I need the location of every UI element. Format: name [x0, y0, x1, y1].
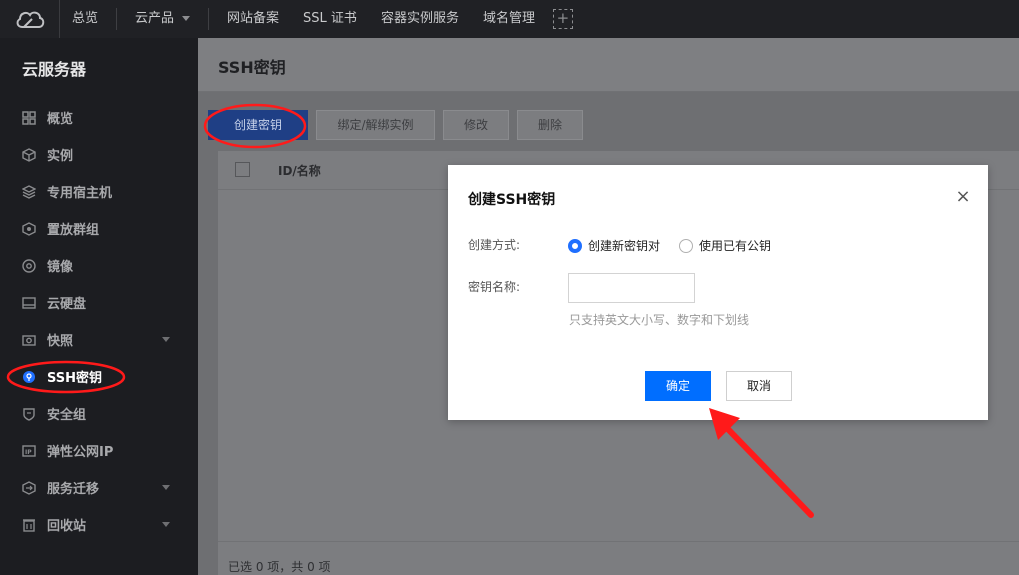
sidebar-item-label: SSH密钥: [47, 371, 103, 386]
sidebar-item[interactable]: 服务迁移: [0, 469, 198, 506]
sidebar-item-label: 镜像: [47, 260, 74, 275]
sidebar-item[interactable]: IP 弹性公网IP: [0, 432, 198, 469]
nav-icp[interactable]: 网站备案: [215, 0, 291, 38]
dialog-title: 创建SSH密钥: [468, 192, 556, 208]
nav-ssl[interactable]: SSL 证书: [291, 0, 369, 38]
bind-instance-button[interactable]: 绑定/解绑实例: [316, 110, 435, 140]
nav-container[interactable]: 容器实例服务: [369, 0, 471, 38]
sidebar-item[interactable]: 回收站: [0, 506, 198, 543]
sidebar: 云服务器 概览实例专用宿主机置放群组镜像云硬盘快照 SSH密钥安全组 IP 弹性公网I…: [0, 38, 198, 575]
migrate-icon: [22, 480, 36, 495]
create-ssh-key-dialog: 创建SSH密钥 × 创建方式: 创建新密钥对 使用已有公钥 密钥名称: 只支持英…: [448, 165, 988, 420]
close-icon[interactable]: ×: [953, 187, 973, 207]
ip-icon: IP: [22, 444, 36, 458]
radio-use-existing-label: 使用已有公钥: [699, 239, 772, 253]
page-header: SSH密钥: [198, 38, 1019, 92]
method-label: 创建方式:: [468, 238, 521, 252]
sidebar-item[interactable]: 快照: [0, 321, 198, 358]
add-shortcut-icon[interactable]: +: [552, 9, 573, 29]
sidebar-item-label: 专用宿主机: [47, 186, 113, 201]
sidebar-item-label: 快照: [47, 334, 74, 349]
cancel-button[interactable]: 取消: [726, 371, 792, 401]
nav-divider: [208, 8, 210, 30]
nav-divider: [116, 8, 118, 30]
radio-create-new-label: 创建新密钥对: [588, 239, 661, 253]
key-name-hint: 只支持英文大小写、数字和下划线: [569, 313, 750, 327]
sidebar-item-label: 云硬盘: [47, 297, 87, 312]
create-key-button[interactable]: 创建密钥: [208, 110, 308, 140]
nav-overview[interactable]: 总览: [60, 0, 110, 38]
chevron-down-icon: [182, 16, 191, 21]
top-navbar: 总览 云产品 网站备案 SSL 证书 容器实例服务 域名管理 +: [0, 0, 1019, 38]
chevron-down-icon: [162, 522, 170, 527]
layers-icon: [22, 184, 36, 199]
selection-count: 已选 0 项，共 0 项: [228, 560, 331, 574]
sidebar-item[interactable]: 镜像: [0, 247, 198, 284]
sidebar-item-label: 回收站: [47, 519, 87, 534]
page-title: SSH密钥: [218, 58, 286, 77]
svg-text:IP: IP: [25, 449, 32, 456]
hexagon-icon: [22, 221, 36, 236]
grid-icon: [22, 110, 36, 125]
key-name-label: 密钥名称:: [468, 280, 521, 294]
key-name-input[interactable]: [568, 273, 695, 303]
sidebar-item[interactable]: 云硬盘: [0, 284, 198, 321]
sidebar-item[interactable]: SSH密钥: [0, 358, 198, 395]
confirm-button[interactable]: 确定: [645, 371, 711, 401]
sidebar-title: 云服务器: [22, 60, 87, 79]
sidebar-item-label: 概览: [47, 112, 74, 127]
trash-icon: [22, 518, 36, 532]
sidebar-item[interactable]: 实例: [0, 136, 198, 173]
column-id-name: ID/名称: [278, 164, 321, 178]
nav-domain[interactable]: 域名管理: [471, 0, 547, 38]
sidebar-item[interactable]: 安全组: [0, 395, 198, 432]
disc-icon: [22, 258, 36, 273]
nav-cloud-products-label: 云产品: [135, 11, 175, 26]
select-all-checkbox[interactable]: [235, 162, 250, 177]
chevron-down-icon: [162, 337, 170, 342]
radio-use-existing[interactable]: 使用已有公钥: [679, 237, 771, 254]
sidebar-item-label: 置放群组: [47, 223, 100, 238]
radio-create-new[interactable]: 创建新密钥对: [568, 237, 660, 254]
shield-icon: [22, 407, 36, 421]
sidebar-item-label: 实例: [47, 149, 74, 164]
edit-button[interactable]: 修改: [443, 110, 509, 140]
sidebar-item[interactable]: 专用宿主机: [0, 173, 198, 210]
delete-button[interactable]: 删除: [517, 110, 583, 140]
nav-cloud-products[interactable]: 云产品: [123, 0, 202, 38]
sidebar-item-label: 弹性公网IP: [47, 445, 114, 460]
radio-checked-icon: [568, 238, 582, 253]
camera-icon: [22, 333, 36, 347]
sidebar-item-label: 服务迁移: [47, 482, 100, 497]
radio-unchecked-icon: [679, 238, 693, 253]
sidebar-item[interactable]: 概览: [0, 99, 198, 136]
table-footer: 已选 0 项，共 0 项: [218, 541, 1019, 575]
sidebar-item[interactable]: 置放群组: [0, 210, 198, 247]
chevron-down-icon: [162, 485, 170, 490]
key-icon: [22, 370, 36, 384]
sidebar-item-label: 安全组: [47, 408, 87, 423]
disk-icon: [22, 296, 36, 310]
cube-icon: [22, 147, 36, 162]
cloud-logo-icon[interactable]: [0, 0, 60, 38]
